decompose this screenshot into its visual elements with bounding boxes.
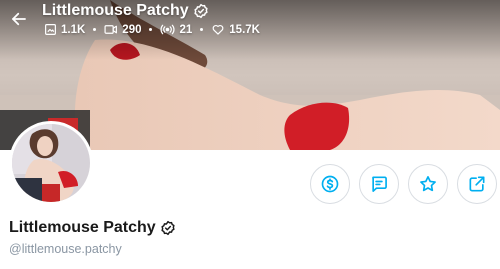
video-icon [104,25,118,34]
header-stats: 1.1K 290 21 15.7K [44,23,260,36]
share-button[interactable] [457,164,497,204]
stat-separator [93,28,97,31]
profile-handle: @littlemouse.patchy [9,242,122,256]
favorite-button[interactable] [408,164,448,204]
verified-check-icon [194,3,208,19]
dollar-icon [321,175,339,193]
stat-likes-value: 15.7K [229,23,260,36]
star-icon [420,176,436,192]
stat-videos: 290 [104,23,141,36]
broadcast-icon [161,24,175,35]
profile-name-text: Littlemouse Patchy [9,219,156,236]
header-title-text: Littlemouse Patchy [42,2,189,19]
stat-separator [200,28,204,31]
cover-banner: Littlemouse Patchy 1.1K 290 21 15.7K [0,0,500,150]
stat-streams-value: 21 [179,23,193,36]
stat-photos: 1.1K [44,23,85,36]
avatar-photo [12,124,90,202]
stat-likes: 15.7K [211,23,260,36]
stat-photos-value: 1.1K [61,23,86,36]
share-icon [469,176,485,192]
profile-name: Littlemouse Patchy [9,219,176,237]
image-icon [45,24,56,35]
stat-separator [149,28,153,31]
arrow-left-icon [12,12,26,26]
stat-videos-value: 290 [122,23,142,36]
back-button[interactable] [8,8,30,30]
verified-check-icon [161,220,175,236]
avatar[interactable] [9,121,93,205]
avatar-image [12,124,90,202]
message-icon [372,176,387,192]
heart-icon [212,24,224,35]
message-button[interactable] [359,164,399,204]
stat-streams: 21 [160,23,192,36]
header-title: Littlemouse Patchy [42,2,209,20]
profile-actions [310,164,497,204]
tip-button[interactable] [310,164,350,204]
